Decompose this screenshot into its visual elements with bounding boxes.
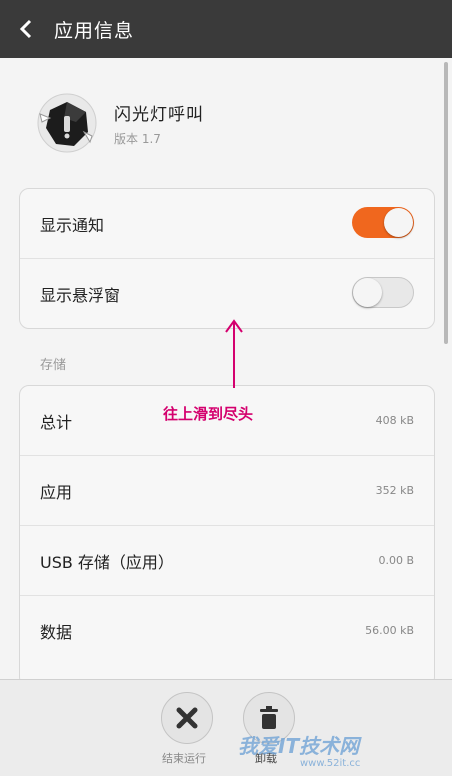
force-stop-label: 结束运行 (162, 752, 206, 765)
app-icon (36, 92, 98, 154)
show-notification-row[interactable]: 显示通知 (20, 189, 434, 259)
storage-total-value: 408 kB (375, 414, 414, 427)
page-title: 应用信息 (54, 19, 135, 42)
storage-total-label: 总计 (40, 412, 73, 432)
show-floating-window-toggle[interactable] (352, 277, 414, 308)
trash-icon (260, 706, 278, 729)
force-stop-button[interactable] (161, 692, 213, 744)
storage-data-row: 数据 56.00 kB (20, 596, 434, 665)
storage-usb-row: USB 存储（应用） 0.00 B (20, 526, 434, 596)
notification-settings-card: 显示通知 显示悬浮窗 (19, 188, 435, 329)
show-floating-window-label: 显示悬浮窗 (40, 285, 121, 305)
back-icon[interactable] (16, 19, 36, 39)
watermark-text: 我爱IT技术网 (238, 734, 360, 758)
storage-usb-value: 0.00 B (378, 554, 414, 567)
show-notification-toggle[interactable] (352, 207, 414, 238)
show-notification-label: 显示通知 (40, 215, 105, 235)
storage-app-label: 应用 (40, 482, 73, 502)
scroll-up-arrow-icon (224, 318, 244, 394)
action-bar: 结束运行 卸载 (0, 679, 452, 776)
app-version: 版本 1.7 (114, 132, 161, 146)
storage-app-row: 应用 352 kB (20, 456, 434, 526)
title-bar: 应用信息 (0, 0, 452, 58)
annotation-text: 往上滑到尽头 (163, 405, 254, 423)
storage-section-title: 存储 (40, 358, 67, 373)
app-name: 闪光灯呼叫 (114, 105, 204, 125)
storage-card: 总计 408 kB 应用 352 kB USB 存储（应用） 0.00 B 数据… (19, 385, 435, 687)
app-info: 闪光灯呼叫 版本 1.7 (0, 58, 452, 186)
close-icon (176, 707, 198, 729)
watermark-url: www.52it.cc (300, 758, 361, 769)
toggle-knob (384, 208, 413, 237)
storage-data-label: 数据 (40, 622, 73, 642)
toggle-knob (353, 278, 382, 307)
storage-data-value: 56.00 kB (365, 624, 414, 637)
storage-usb-label: USB 存储（应用） (40, 552, 174, 572)
storage-app-value: 352 kB (375, 484, 414, 497)
